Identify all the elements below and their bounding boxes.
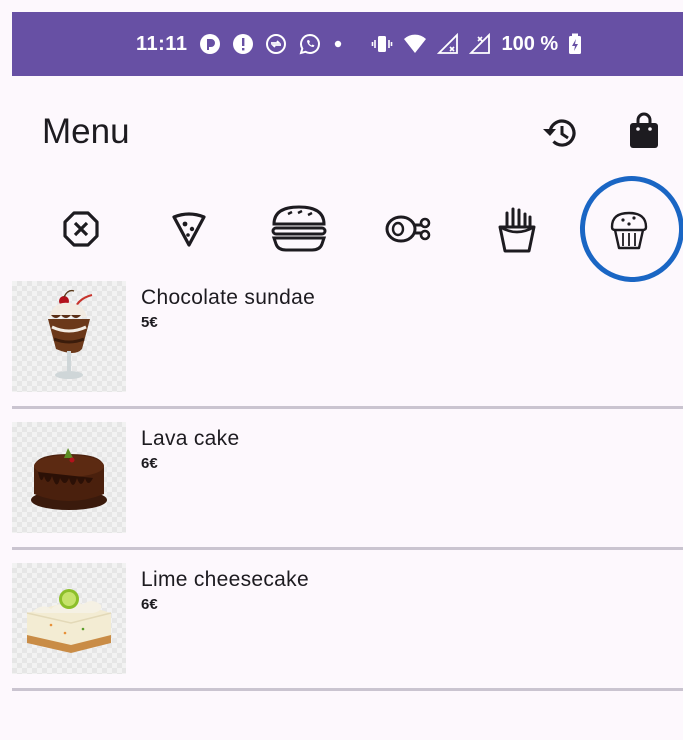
list-item[interactable]: Lava cake 6€ [0,422,683,563]
category-pizza[interactable] [154,202,224,256]
item-image [12,281,126,392]
shopping-bag-icon [630,112,658,148]
sync-icon [266,34,287,54]
cancel-icon [63,211,99,247]
system-icons: 100 % [371,33,582,56]
cart-button[interactable] [627,112,661,155]
notification-icons [199,32,343,56]
status-time: 11:11 [136,32,188,55]
category-burger[interactable] [264,202,334,256]
burger-icon [271,205,327,252]
category-cancel[interactable] [46,202,116,256]
fries-icon [498,207,536,253]
lava-cake-image [31,447,107,510]
menu-item-list: Chocolate sundae 5€ Lava cake 6€ Lime ch… [0,281,683,704]
signal-icon [437,33,459,54]
battery-percent: 100 % [501,32,559,55]
item-name: Lime cheesecake [141,568,309,591]
list-item[interactable]: Lime cheesecake 6€ [0,563,683,704]
vibrate-icon [372,36,393,52]
history-button[interactable] [540,114,580,157]
divider [12,547,683,550]
item-price: 6€ [141,596,158,613]
divider [12,688,683,691]
lime-cheesecake-image [26,588,112,653]
sundae-image [48,289,93,379]
battery-charging-icon [569,33,582,54]
meat-icon [385,215,431,243]
dot-icon [335,40,342,48]
category-meat[interactable] [374,202,444,256]
status-bar: 11:11 100 % [12,12,683,76]
item-image [12,563,126,674]
alert-icon [233,34,254,54]
app-notification-icon [200,34,221,54]
signal-icon-2 [469,33,491,54]
app-bar: Menu [0,76,683,186]
list-item[interactable]: Chocolate sundae 5€ [0,281,683,422]
item-price: 6€ [141,455,158,472]
category-fries[interactable] [482,202,552,256]
whatsapp-icon [299,33,321,55]
item-name: Chocolate sundae [141,286,316,309]
history-icon [543,119,576,147]
item-name: Lava cake [141,427,240,450]
item-image [12,422,126,533]
pizza-icon [172,212,206,247]
wifi-icon [404,34,427,53]
page-title: Menu [42,112,130,151]
divider [12,406,683,409]
item-price: 5€ [141,314,158,331]
